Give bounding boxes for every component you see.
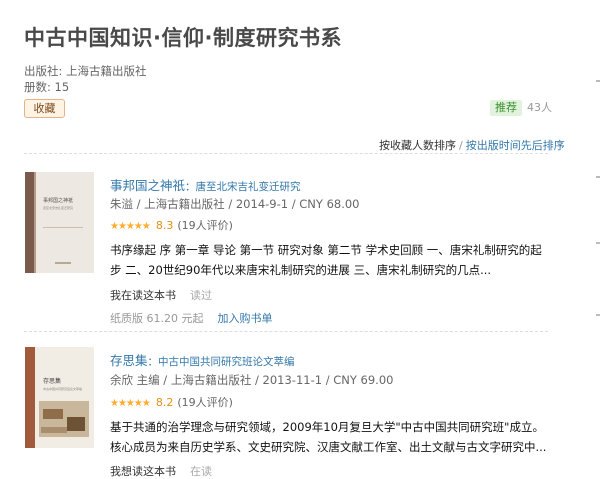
book-cover-2[interactable]: 存思集 中古中国共同研究班论文萃编 (25, 347, 94, 448)
book-title-sub[interactable]: ：中古中国共同研究班论文萃编 (148, 356, 295, 368)
add-to-cart-link[interactable]: 加入购书单 (217, 312, 272, 325)
rating-votes[interactable]: (19人评价) (177, 396, 233, 409)
book-title-1[interactable]: 事邦国之神祇：唐至北宋吉礼变迁研究 (110, 175, 301, 194)
publisher-info: 出版社: 上海古籍出版社 (24, 64, 147, 78)
cover-painting-detail (41, 427, 67, 433)
divider (24, 153, 548, 154)
cover-spine (25, 172, 34, 273)
sort-by-date-link[interactable]: 按出版时间先后排序 (466, 139, 565, 152)
book-title-main[interactable]: 存思集 (110, 353, 148, 368)
right-edge-mark (596, 80, 600, 82)
book-description-2: 基于共通的治学理念与研究领域，2009年10月复旦大学"中古中国共同研究班"成立… (110, 420, 547, 454)
rating-score: 8.3 (155, 219, 174, 232)
cover-painting-detail (67, 417, 85, 431)
cover-publisher-mark (55, 262, 71, 264)
recommend-count: 43人 (527, 101, 552, 114)
divider (24, 331, 548, 332)
book-pub-info-2: 余欣 主编 / 上海古籍出版社 / 2013-11-1 / CNY 69.00 (110, 373, 394, 387)
status-read-link[interactable]: 在读 (190, 465, 212, 478)
book-cover-1[interactable]: 事邦国之神祇 唐至北宋吉礼变迁研究 (25, 172, 94, 273)
book-cover-image: 事邦国之神祇 唐至北宋吉礼变迁研究 (25, 172, 94, 273)
rating-stars-icon: ★★★★★ (110, 398, 151, 409)
rating-votes[interactable]: (19人评价) (177, 219, 233, 232)
book-rating-1: ★★★★★ 8.3 (19人评价) (110, 217, 233, 233)
cover-title: 存思集 (43, 377, 61, 385)
cover-painting-detail (43, 409, 63, 419)
right-edge-mark (596, 242, 600, 244)
right-edge-mark (596, 314, 600, 316)
book-title-2[interactable]: 存思集：中古中国共同研究班论文萃编 (110, 350, 295, 369)
sort-separator: / (459, 139, 463, 152)
cover-spine-edge (34, 172, 36, 273)
book-title-sub[interactable]: ：唐至北宋吉礼变迁研究 (185, 181, 301, 193)
book-title-main[interactable]: 事邦国之神祇 (110, 178, 185, 193)
recommend-button[interactable]: 推荐 (490, 100, 522, 116)
status-reading-link[interactable]: 我想读这本书 (110, 465, 176, 478)
cover-spine (25, 347, 35, 448)
cover-title: 事邦国之神祇 (43, 197, 73, 204)
book-cover-image: 存思集 中古中国共同研究班论文萃编 (25, 347, 94, 448)
volume-count: 册数: 15 (24, 80, 70, 94)
paper-price[interactable]: 纸质版 61.20 元起 (110, 312, 203, 325)
cover-rule (43, 227, 83, 228)
book-status-2: 我想读这本书 在读 (110, 463, 212, 479)
book-pub-info-1: 朱溢 / 上海古籍出版社 / 2014-9-1 / CNY 68.00 (110, 197, 360, 211)
sort-by-collectors[interactable]: 按收藏人数排序 (379, 139, 456, 152)
series-title: 中古中国知识·信仰·制度研究书系 (24, 26, 342, 50)
book-status-1: 我在读这本书 读过 (110, 287, 212, 303)
status-reading-link[interactable]: 我在读这本书 (110, 289, 176, 302)
collect-button[interactable]: 收藏 (24, 99, 65, 118)
rating-stars-icon: ★★★★★ (110, 221, 151, 232)
book-price-1: 纸质版 61.20 元起 加入购书单 (110, 310, 272, 326)
status-read-link[interactable]: 读过 (190, 289, 212, 302)
cover-subtitle: 中古中国共同研究班论文萃编 (43, 386, 82, 391)
right-edge-mark (596, 176, 600, 178)
book-description-1: 书序缘起 序 第一章 导论 第一节 研究对象 第二节 学术史回顾 一、唐宋礼制研… (110, 243, 542, 277)
sort-bar: 按收藏人数排序 / 按出版时间先后排序 (379, 137, 565, 153)
cover-subtitle: 唐至北宋吉礼变迁研究 (43, 205, 73, 210)
book-rating-2: ★★★★★ 8.2 (19人评价) (110, 394, 233, 410)
rating-score: 8.2 (155, 396, 174, 409)
